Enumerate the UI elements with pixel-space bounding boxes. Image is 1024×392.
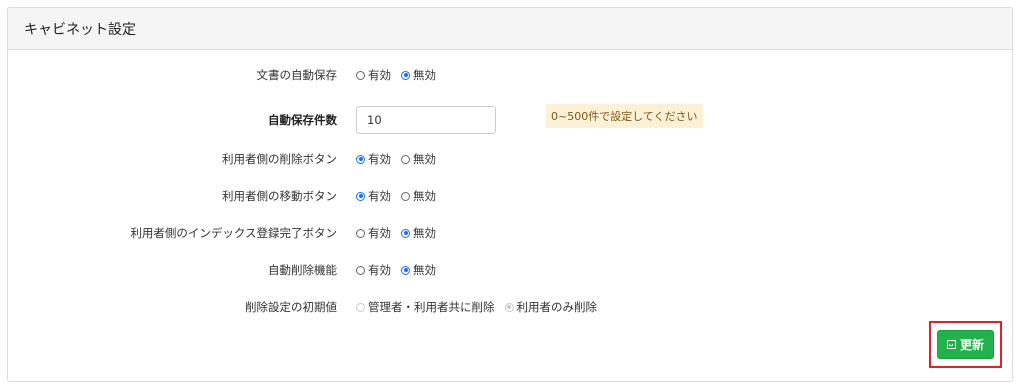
setting-auto-save: 文書の自動保存 有効 無効 xyxy=(8,63,1012,87)
setting-user-index-complete-button: 利用者側のインデックス登録完了ボタン 有効 無効 xyxy=(8,221,1012,245)
setting-user-move-button: 利用者側の移動ボタン 有効 無効 xyxy=(8,184,1012,208)
setting-label: 利用者側のインデックス登録完了ボタン xyxy=(130,226,337,240)
delete-default-radio-group: 管理者・利用者共に削除 利用者のみ削除 xyxy=(356,295,607,319)
auto-save-count-input[interactable] xyxy=(356,106,496,134)
option-label: 無効 xyxy=(413,226,436,240)
option-label: 有効 xyxy=(368,226,391,240)
setting-label: 文書の自動保存 xyxy=(256,68,338,82)
radio-button[interactable] xyxy=(356,70,365,80)
setting-auto-delete: 自動削除機能 有効 無効 xyxy=(8,258,1012,282)
panel-title: キャビネット設定 xyxy=(24,21,136,38)
radio-button-checked[interactable] xyxy=(401,265,410,275)
index-complete-enabled-option[interactable]: 有効 xyxy=(356,225,391,241)
index-complete-disabled-option[interactable]: 無効 xyxy=(401,225,436,241)
setting-label: 削除設定の初期値 xyxy=(245,300,337,314)
auto-save-radio-group: 有効 無効 xyxy=(356,63,446,87)
auto-save-disabled-option[interactable]: 無効 xyxy=(401,67,436,83)
setting-delete-default: 削除設定の初期値 管理者・利用者共に削除 利用者のみ削除 xyxy=(8,295,1012,319)
auto-delete-enabled-option[interactable]: 有効 xyxy=(356,262,391,278)
auto-save-count-hint: 0~500件で設定してください xyxy=(546,104,703,128)
radio-button[interactable] xyxy=(401,191,410,201)
radio-button[interactable] xyxy=(356,265,365,275)
radio-button-checked[interactable] xyxy=(401,70,410,80)
save-button[interactable]: 更新 xyxy=(937,330,994,359)
option-label: 無効 xyxy=(413,263,436,277)
option-label: 有効 xyxy=(368,152,391,166)
index-complete-radio-group: 有効 無効 xyxy=(356,221,446,245)
option-label: 利用者のみ削除 xyxy=(516,300,598,314)
user-move-disabled-option[interactable]: 無効 xyxy=(401,188,436,204)
radio-button-checked[interactable] xyxy=(401,228,410,238)
user-move-radio-group: 有効 無効 xyxy=(356,184,446,208)
option-label: 有効 xyxy=(368,68,391,82)
save-icon xyxy=(946,340,956,349)
delete-user-only-option: 利用者のみ削除 xyxy=(504,299,598,315)
save-button-highlight: 更新 xyxy=(929,321,1002,368)
user-delete-disabled-option[interactable]: 無効 xyxy=(401,151,436,167)
option-label: 有効 xyxy=(368,189,391,203)
radio-button-disabled xyxy=(356,302,365,312)
radio-button[interactable] xyxy=(356,228,365,238)
auto-delete-disabled-option[interactable]: 無効 xyxy=(401,262,436,278)
radio-button[interactable] xyxy=(401,154,410,164)
radio-button-checked[interactable] xyxy=(356,191,365,201)
option-label: 無効 xyxy=(413,152,436,166)
setting-user-delete-button: 利用者側の削除ボタン 有効 無効 xyxy=(8,147,1012,171)
setting-auto-save-count: 自動保存件数 xyxy=(8,106,1012,134)
user-delete-enabled-option[interactable]: 有効 xyxy=(356,151,391,167)
radio-button-disabled-checked xyxy=(504,302,514,312)
auto-delete-radio-group: 有効 無効 xyxy=(356,258,446,282)
user-delete-radio-group: 有効 無効 xyxy=(356,147,446,171)
auto-save-enabled-option[interactable]: 有効 xyxy=(356,67,391,83)
option-label: 有効 xyxy=(368,263,391,277)
delete-both-option: 管理者・利用者共に削除 xyxy=(356,299,495,315)
user-move-enabled-option[interactable]: 有効 xyxy=(356,188,391,204)
setting-label: 自動削除機能 xyxy=(268,263,337,277)
setting-label: 利用者側の移動ボタン xyxy=(222,189,337,203)
radio-button-checked[interactable] xyxy=(356,154,365,164)
option-label: 無効 xyxy=(413,68,436,82)
cabinet-settings-panel: キャビネット設定 文書の自動保存 有効 無効 自動保存件数 0~500件で設定し… xyxy=(7,7,1013,382)
setting-label: 利用者側の削除ボタン xyxy=(222,152,337,166)
option-label: 無効 xyxy=(413,189,436,203)
option-label: 管理者・利用者共に削除 xyxy=(368,300,495,314)
setting-label: 自動保存件数 xyxy=(268,113,337,127)
save-button-label: 更新 xyxy=(959,338,984,352)
panel-header: キャビネット設定 xyxy=(8,8,1012,50)
auto-save-count-field xyxy=(356,106,496,134)
